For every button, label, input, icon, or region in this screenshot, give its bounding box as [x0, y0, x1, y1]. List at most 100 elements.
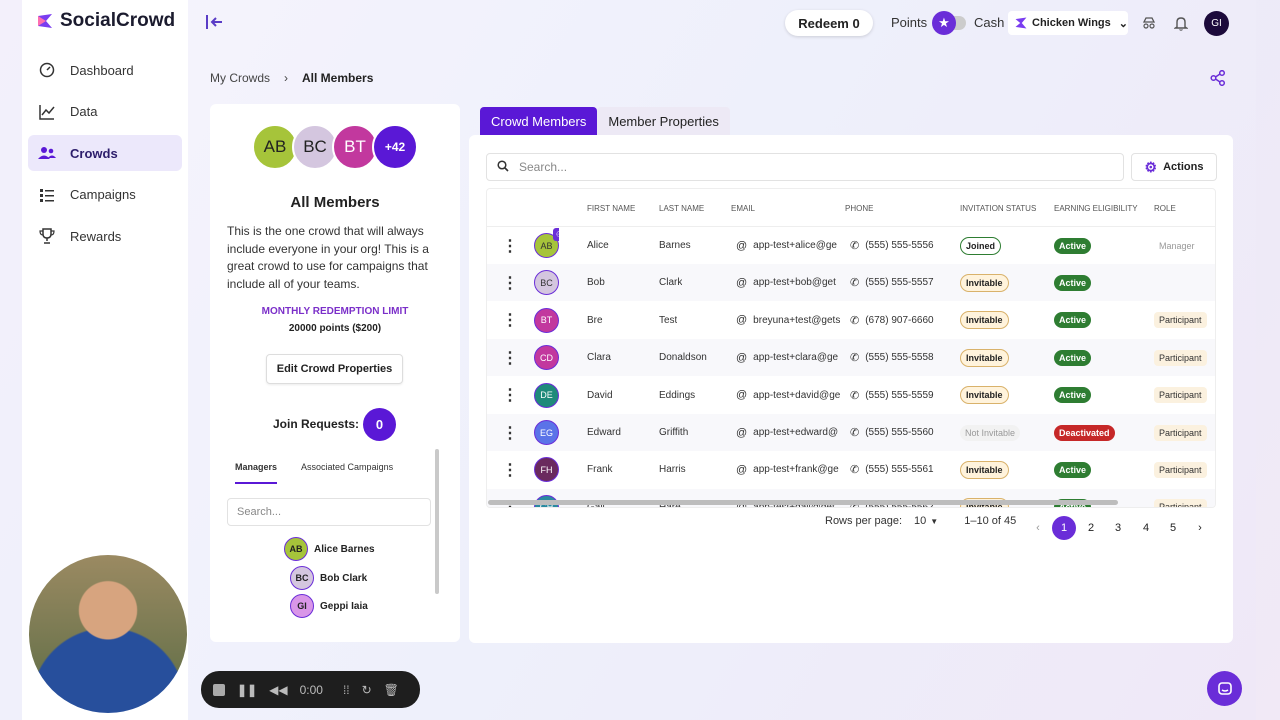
- tab-crowd-members[interactable]: Crowd Members: [480, 107, 598, 135]
- manager-item[interactable]: AB Alice Barnes: [284, 537, 375, 561]
- role-badge: Participant: [1154, 387, 1207, 404]
- phone: (555) 555-5559: [865, 389, 934, 401]
- column-header-first-name[interactable]: FIRST NAME: [587, 204, 635, 213]
- email-icon: @: [736, 426, 748, 439]
- table-row[interactable]: ⋮ FH Frank Harris @ app-test+frank@ge ✆ (555) 5…: [487, 451, 1215, 488]
- column-header-role[interactable]: ROLE: [1154, 204, 1176, 213]
- sidebar-item-campaigns[interactable]: Campaigns: [28, 177, 182, 213]
- org-selector[interactable]: Chicken Wings ⌄: [1008, 11, 1128, 35]
- sidebar-item-rewards[interactable]: Rewards: [28, 218, 182, 254]
- column-header-invitation-status[interactable]: INVITATION STATUS: [960, 204, 1036, 213]
- join-requests-count[interactable]: 0: [363, 408, 396, 441]
- earning-eligibility-badge: Active: [1054, 274, 1092, 291]
- role-badge: Participant: [1154, 499, 1207, 507]
- page-button[interactable]: 1: [1052, 516, 1076, 540]
- table-row[interactable]: ⋮ BT Bre Test @ breyuna+test@gets ✆ (678) 907-6…: [487, 302, 1215, 339]
- grid-icon[interactable]: ⁞⁞: [343, 683, 350, 697]
- tab-associated-campaigns[interactable]: Associated Campaigns: [301, 462, 393, 484]
- recording-time: 0:00: [299, 682, 323, 697]
- rows-per-page-select[interactable]: 10: [914, 515, 926, 527]
- restart-icon[interactable]: ↻: [362, 683, 372, 697]
- first-name: David: [587, 389, 613, 401]
- email: app-test+edward@: [753, 427, 839, 438]
- managers-scrollbar[interactable]: [435, 449, 439, 594]
- phone-icon: ✆: [850, 464, 860, 477]
- row-menu-icon[interactable]: ⋮: [502, 302, 518, 339]
- last-name: Harris: [659, 464, 686, 476]
- table-horizontal-scrollbar[interactable]: [488, 500, 1118, 505]
- first-name: Frank: [587, 464, 613, 476]
- phone-icon: ✆: [850, 240, 860, 252]
- sidebar-item-dashboard[interactable]: Dashboard: [28, 52, 182, 88]
- pause-icon[interactable]: ❚❚: [237, 683, 257, 697]
- actions-button[interactable]: ⚙ Actions: [1131, 153, 1217, 181]
- avatar: AB: [284, 537, 308, 561]
- phone: (555) 555-5556: [865, 240, 934, 251]
- chat-icon[interactable]: [1207, 671, 1242, 706]
- tab-member-properties[interactable]: Member Properties: [597, 107, 730, 135]
- incognito-icon[interactable]: [1140, 14, 1158, 32]
- row-menu-icon[interactable]: ⋮: [502, 377, 518, 414]
- email-icon: @: [736, 276, 748, 289]
- row-menu-icon[interactable]: ⋮: [502, 451, 518, 488]
- table-row[interactable]: ⋮ CD Clara Donaldson @ app-test+clara@ge ✆ (555…: [487, 339, 1215, 377]
- page-button[interactable]: 3: [1106, 516, 1130, 540]
- share-icon[interactable]: [1210, 69, 1226, 90]
- avatar: EG: [534, 420, 559, 445]
- row-menu-icon[interactable]: ⋮: [502, 227, 518, 264]
- sidebar-item-crowds[interactable]: Crowds: [28, 135, 182, 171]
- sidebar-item-label: Crowds: [70, 145, 118, 161]
- chevron-down-icon: ⌄: [1118, 17, 1128, 30]
- crowd-avatar-group: AB BC BT +42: [252, 124, 418, 170]
- table-row[interactable]: ⋮GHGailHare@app-test+gail@get✆(555) 555-…: [487, 488, 1215, 507]
- app-logo[interactable]: SocialCrowd: [36, 10, 175, 32]
- breadcrumb-parent[interactable]: My Crowds: [210, 71, 270, 85]
- caret-down-icon[interactable]: ▼: [930, 517, 938, 526]
- phone-icon: ✆: [850, 389, 860, 402]
- redeem-button[interactable]: Redeem 0: [785, 10, 873, 36]
- stop-icon[interactable]: [213, 683, 225, 696]
- next-page-icon[interactable]: ›: [1188, 516, 1212, 540]
- invitation-status-badge: Not Invitable: [960, 424, 1021, 441]
- phone: (555) 555-5560: [865, 427, 934, 438]
- table-row[interactable]: ⋮ DE David Eddings @ app-test+david@ge ✆ (555) …: [487, 377, 1215, 414]
- bell-icon[interactable]: [1172, 14, 1190, 32]
- search-icon: [497, 159, 509, 175]
- row-menu-icon[interactable]: ⋮: [502, 414, 518, 451]
- table-row[interactable]: ⋮ AB⚇ Alice Barnes @ app-test+alice@ge ✆ (555) …: [487, 227, 1215, 264]
- column-header-email[interactable]: EMAIL: [731, 204, 755, 213]
- manager-item[interactable]: BC Bob Clark: [290, 566, 367, 590]
- trash-icon[interactable]: 🗑: [384, 683, 399, 697]
- managers-search-input[interactable]: Search...: [227, 498, 431, 526]
- column-header-phone[interactable]: PHONE: [845, 204, 873, 213]
- table-row[interactable]: ⋮ EG Edward Griffith @ app-test+edward@ ✆ (555)…: [487, 414, 1215, 451]
- last-name: Griffith: [659, 427, 689, 438]
- members-search-input[interactable]: Search...: [486, 153, 1124, 181]
- row-menu-icon[interactable]: ⋮: [502, 489, 518, 507]
- column-header-last-name[interactable]: LAST NAME: [659, 204, 704, 213]
- email: app-test+frank@ge: [753, 464, 839, 476]
- edit-crowd-properties-button[interactable]: Edit Crowd Properties: [266, 354, 403, 384]
- page-button[interactable]: 2: [1079, 516, 1103, 540]
- invitation-status-badge: Invitable: [960, 273, 1009, 292]
- table-row[interactable]: ⋮ BC Bob Clark @ app-test+bob@get ✆ (555) 555-5…: [487, 264, 1215, 302]
- redemption-limit-label: MONTHLY REDEMPTION LIMIT: [261, 306, 409, 317]
- email-icon: @: [736, 463, 748, 476]
- sidebar-item-data[interactable]: Data: [28, 94, 182, 130]
- collapse-sidebar-icon[interactable]: [206, 14, 226, 32]
- manager-item[interactable]: GI Geppi Iaia: [290, 594, 368, 618]
- earning-eligibility-badge: Active: [1054, 237, 1092, 254]
- star-icon[interactable]: ★: [932, 11, 956, 35]
- tab-managers[interactable]: Managers: [235, 462, 278, 484]
- rewind-icon[interactable]: ◀◀: [269, 683, 287, 697]
- join-requests-label: Join Requests:: [273, 417, 360, 431]
- sidebar-nav: Dashboard Data Crowds Campaigns Rewards: [28, 52, 182, 260]
- page-button[interactable]: 4: [1134, 516, 1158, 540]
- org-name: Chicken Wings: [1032, 17, 1111, 29]
- user-avatar[interactable]: GI: [1204, 11, 1229, 36]
- row-menu-icon[interactable]: ⋮: [502, 339, 518, 376]
- column-header-earning-eligibility[interactable]: EARNING ELIGIBILITY: [1054, 204, 1138, 213]
- row-menu-icon[interactable]: ⋮: [502, 264, 518, 301]
- page-button[interactable]: 5: [1161, 516, 1185, 540]
- prev-page-icon[interactable]: ‹: [1026, 516, 1050, 540]
